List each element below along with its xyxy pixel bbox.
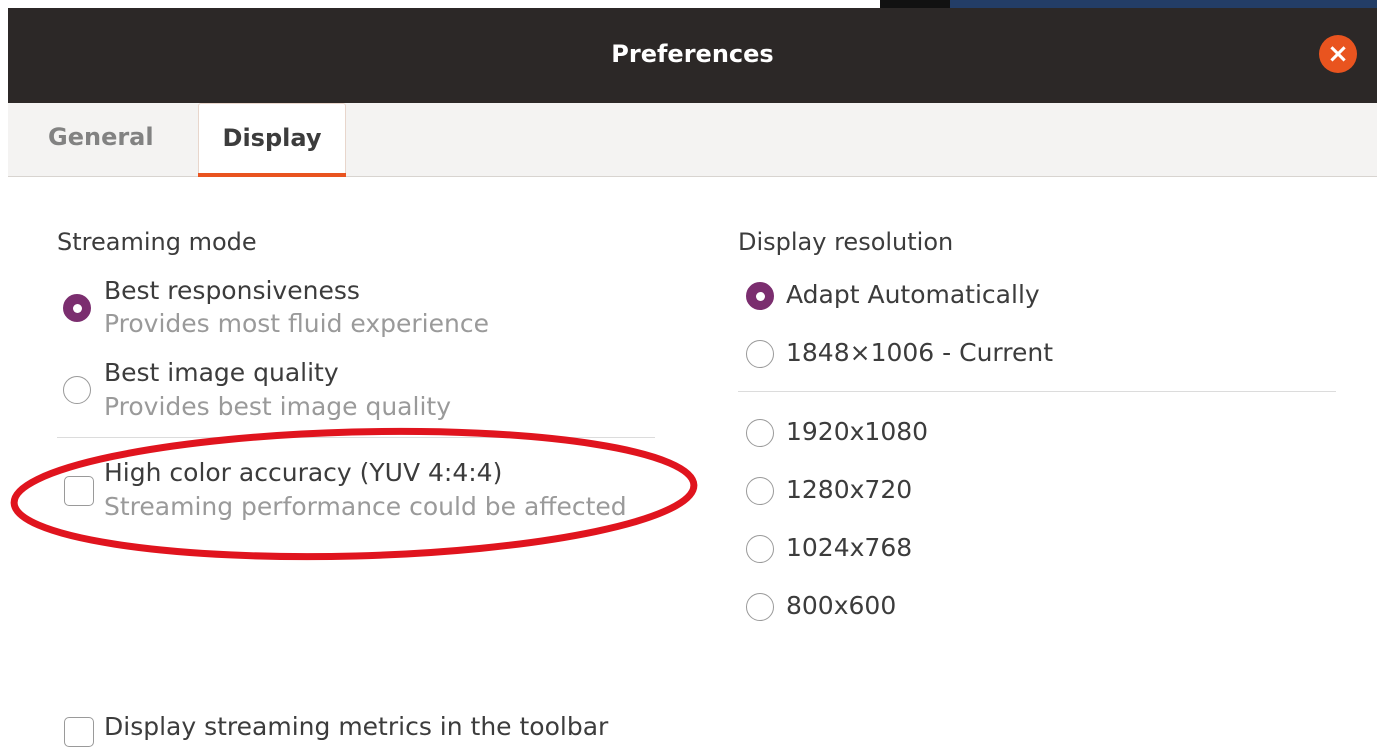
resolution-current-label: 1848×1006 - Current bbox=[786, 338, 1054, 367]
streaming-metrics-label: Display streaming metrics in the toolbar bbox=[104, 712, 609, 741]
best-image-quality-description: Provides best image quality bbox=[104, 392, 451, 421]
tab-bar: General Display bbox=[8, 103, 1377, 177]
best-image-quality-radio[interactable] bbox=[63, 376, 91, 404]
background-strip-blue bbox=[950, 0, 1377, 8]
title-bar: Preferences × bbox=[8, 8, 1377, 103]
streaming-metrics-checkbox[interactable] bbox=[64, 717, 94, 747]
resolution-1920x1080-radio[interactable] bbox=[746, 419, 774, 447]
resolution-1024x768-radio[interactable] bbox=[746, 535, 774, 563]
streaming-mode-heading: Streaming mode bbox=[57, 228, 257, 256]
resolution-1920x1080-label: 1920x1080 bbox=[786, 417, 929, 446]
close-icon: × bbox=[1327, 39, 1349, 69]
background-strip bbox=[0, 0, 1377, 8]
resolution-800x600-radio[interactable] bbox=[746, 593, 774, 621]
high-color-accuracy-label: High color accuracy (YUV 4:4:4) bbox=[104, 458, 503, 487]
resolution-800x600-label: 800x600 bbox=[786, 591, 897, 620]
resolution-1280x720-radio[interactable] bbox=[746, 477, 774, 505]
best-responsiveness-description: Provides most fluid experience bbox=[104, 309, 489, 338]
best-responsiveness-label: Best responsiveness bbox=[104, 276, 360, 305]
tab-general[interactable]: General bbox=[48, 103, 154, 174]
resolution-1024x768-label: 1024x768 bbox=[786, 533, 913, 562]
tab-display[interactable]: Display bbox=[198, 103, 346, 177]
display-resolution-heading: Display resolution bbox=[738, 228, 954, 256]
best-responsiveness-radio[interactable] bbox=[63, 294, 91, 322]
resolution-adapt-automatically-radio[interactable] bbox=[746, 282, 774, 310]
resolution-adapt-automatically-label: Adapt Automatically bbox=[786, 280, 1040, 309]
best-image-quality-label: Best image quality bbox=[104, 358, 339, 387]
high-color-accuracy-description: Streaming performance could be affected bbox=[104, 492, 627, 521]
resolution-current-radio[interactable] bbox=[746, 340, 774, 368]
high-color-accuracy-checkbox[interactable] bbox=[64, 476, 94, 506]
close-button[interactable]: × bbox=[1319, 35, 1357, 73]
window-title: Preferences bbox=[611, 40, 774, 68]
resolution-1280x720-label: 1280x720 bbox=[786, 475, 913, 504]
background-strip-dark bbox=[880, 0, 950, 8]
streaming-mode-separator bbox=[57, 437, 655, 438]
display-resolution-separator bbox=[738, 391, 1336, 392]
